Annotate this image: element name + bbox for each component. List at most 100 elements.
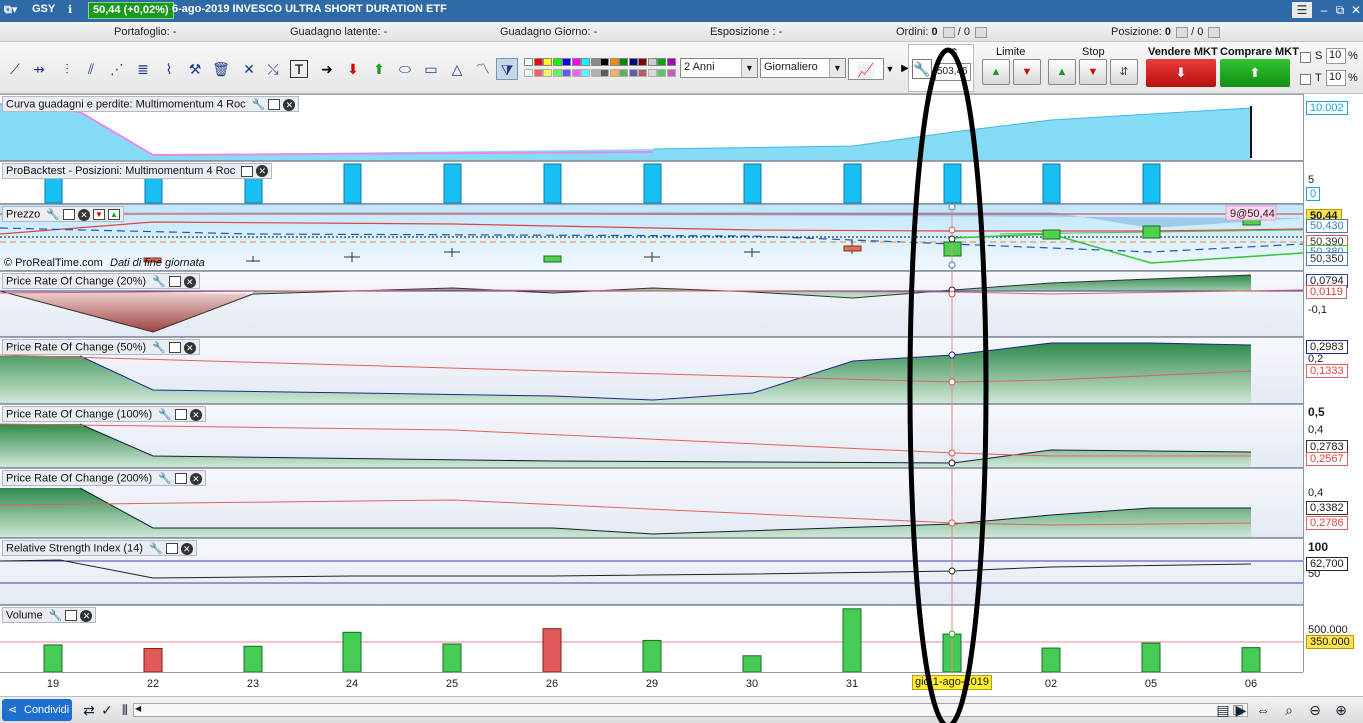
info-icon[interactable]: ℹ <box>68 3 72 16</box>
color-swatch[interactable] <box>562 69 571 77</box>
sell-mkt-button[interactable]: ⬇ <box>1146 59 1216 87</box>
color-swatch[interactable] <box>543 69 552 77</box>
wave-icon[interactable]: 〽 <box>472 58 494 80</box>
channel-icon[interactable]: ⫽ <box>80 58 102 80</box>
color-swatch[interactable] <box>533 69 543 77</box>
posizione-list-icon[interactable] <box>1176 26 1189 38</box>
color-swatch[interactable] <box>562 58 571 66</box>
color-swatch[interactable] <box>638 69 647 77</box>
close-icon[interactable]: ✕ <box>183 341 196 354</box>
timeframe-select[interactable]: Giornaliero ▼ <box>760 58 846 78</box>
buy-mkt-button[interactable]: ⬆ <box>1220 59 1290 87</box>
wrench-icon[interactable]: 🔧 <box>252 98 266 111</box>
ordini-list-icon[interactable] <box>942 26 955 38</box>
window-icon[interactable] <box>268 99 281 110</box>
price-panel-title[interactable]: Prezzo 🔧 ✕ ▼ ▲ <box>2 206 125 222</box>
color-swatch[interactable] <box>590 69 600 77</box>
zigzag-icon[interactable]: ⌇ <box>158 58 180 80</box>
wrench-icon[interactable]: 🔧 <box>912 59 932 79</box>
color-swatch[interactable] <box>581 58 590 66</box>
stop-buy-button[interactable]: ▲ <box>1048 59 1076 85</box>
window-icon[interactable] <box>174 409 187 420</box>
color-swatch[interactable] <box>600 69 609 77</box>
arrow-up-icon[interactable]: ⬆ <box>368 58 390 80</box>
color-swatch[interactable] <box>571 69 581 77</box>
chart-canvas[interactable]: 9@50,44 © ProRealTime.com Dati di fine g… <box>0 94 1303 672</box>
color-swatch[interactable] <box>657 58 666 66</box>
color-swatch[interactable] <box>657 69 666 77</box>
s-input[interactable]: 10 <box>1326 48 1346 64</box>
menu-icon[interactable]: ☰ <box>1292 2 1312 18</box>
pnl-panel-title[interactable]: Curva guadagni e perdite: Multimomentum … <box>2 96 300 112</box>
roc100-panel-title[interactable]: Price Rate Of Change (100%) 🔧 ✕ <box>2 406 206 422</box>
color-swatch[interactable] <box>543 58 552 66</box>
close-icon[interactable]: ✕ <box>189 408 202 421</box>
window-icon[interactable] <box>241 165 254 177</box>
chevron-down-icon[interactable]: ▼ <box>741 59 757 77</box>
bar-icon[interactable]: ⫴ <box>116 701 134 719</box>
window-icon[interactable] <box>168 276 181 287</box>
zoom-out-icon[interactable]: ⊖ <box>1306 701 1324 719</box>
volume-panel-title[interactable]: Volume 🔧 ✕ <box>2 607 97 623</box>
limit-sell-button[interactable]: ▼ <box>1013 59 1041 85</box>
y-axis[interactable]: 10.002 5 0 50,44 50,430 50,390 50,380 50… <box>1303 94 1363 672</box>
color-swatch[interactable] <box>552 58 562 66</box>
ordini-window-icon[interactable] <box>975 26 988 38</box>
color-swatch[interactable] <box>619 58 628 66</box>
scroll-right-icon[interactable]: ▶ <box>1232 701 1250 719</box>
sell-arrow-icon[interactable]: ▼ <box>93 209 106 220</box>
buy-arrow-icon[interactable]: ▲ <box>108 209 121 220</box>
color-swatch[interactable] <box>647 58 657 66</box>
link-icon[interactable]: ⧉▾ <box>4 3 17 17</box>
window-icon[interactable] <box>65 610 78 621</box>
color-swatch[interactable] <box>619 69 628 77</box>
close-icon[interactable]: ✕ <box>183 275 196 288</box>
wrench-icon[interactable]: 🔧 <box>152 341 166 354</box>
wrench-icon[interactable]: 🔧 <box>158 472 172 485</box>
stop-both-button[interactable]: ⇵ <box>1110 59 1138 85</box>
fan-icon[interactable]: ⋰ <box>106 58 128 80</box>
line-tool-icon[interactable]: ⟋ <box>4 58 26 80</box>
period-select[interactable]: 2 Anni ▼ <box>680 58 758 78</box>
limit-buy-button[interactable]: ▲ <box>982 59 1010 85</box>
share-button[interactable]: ⋖ Condividi <box>2 699 72 721</box>
t-input[interactable]: 10 <box>1326 70 1346 86</box>
tools-icon[interactable]: ⚒ <box>184 58 206 80</box>
x-axis[interactable]: 19 22 23 24 25 26 29 30 31 gio 1-ago-201… <box>0 672 1303 696</box>
symbol-label[interactable]: GSY <box>32 3 55 15</box>
stop-sell-button[interactable]: ▼ <box>1079 59 1107 85</box>
wrench-icon[interactable]: 🔧 <box>46 208 60 221</box>
backtest-panel-title[interactable]: ProBacktest - Posizioni: Multimomentum 4… <box>2 163 273 179</box>
wrench-icon[interactable]: 🔧 <box>149 542 163 555</box>
chart-type-icon[interactable]: 📈 <box>848 58 884 80</box>
color-swatch[interactable] <box>666 69 676 77</box>
color-swatch[interactable] <box>666 58 676 66</box>
t-checkbox[interactable] <box>1300 74 1311 85</box>
window-icon[interactable] <box>174 473 187 484</box>
zoom-in-icon[interactable]: ⊕ <box>1332 701 1350 719</box>
close-icon[interactable]: ✕ <box>1346 2 1363 18</box>
window-icon[interactable] <box>168 342 181 353</box>
close-icon[interactable]: ✕ <box>78 208 91 221</box>
arrow-down-icon[interactable]: ⬇ <box>342 58 364 80</box>
scroll-left-icon[interactable]: ◀ <box>135 704 141 713</box>
amount-input[interactable]: 503,46 <box>935 63 971 81</box>
horizontal-scrollbar[interactable]: ◀ <box>133 703 1248 717</box>
color-swatch[interactable] <box>581 69 590 77</box>
color-swatch[interactable] <box>524 58 533 66</box>
color-swatch[interactable] <box>609 58 619 66</box>
color-swatch[interactable] <box>571 58 581 66</box>
text-tool-icon[interactable]: T <box>290 60 308 78</box>
s-checkbox[interactable] <box>1300 52 1311 63</box>
sync-icon[interactable]: ⇄ <box>80 701 98 719</box>
rsi-panel-title[interactable]: Relative Strength Index (14) 🔧 ✕ <box>2 540 197 556</box>
wrench-icon[interactable]: 🔧 <box>158 408 172 421</box>
color-swatch[interactable] <box>533 58 543 66</box>
scroll-end-icon[interactable]: ▤ <box>1214 701 1232 719</box>
close-icon[interactable]: ✕ <box>189 472 202 485</box>
ellipse-icon[interactable]: ⬭ <box>394 58 416 80</box>
check-icon[interactable]: ✓ <box>98 701 116 719</box>
color-swatch[interactable] <box>647 69 657 77</box>
wrench-icon[interactable]: 🔧 <box>49 609 63 622</box>
window-icon[interactable] <box>63 209 76 220</box>
